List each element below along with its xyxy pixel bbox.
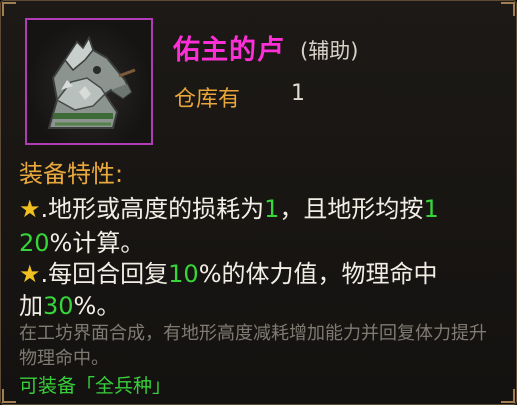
effect-text: %计算。 [49,229,145,257]
effect-1-line-2: 20%计算。 [19,223,144,258]
effect-2-line-2: 加30%。 [19,286,120,321]
corner-ornament [501,389,515,403]
attributes-title: 装备特性: [19,160,124,188]
corner-ornament [2,389,16,403]
effect-value: 10 [168,260,199,288]
item-icon-frame [25,18,153,145]
effect-value: 30 [43,292,74,320]
effect-text: %的体力值，物理命中 [198,260,438,288]
effect-text: %。 [73,292,121,320]
effect-value: 20 [19,229,50,257]
effect-text: .每回合回复 [40,260,169,288]
effect-text: 加 [19,292,43,320]
stock-label: 仓库有 [174,87,241,112]
armored-warhorse-icon [47,35,136,129]
effect-text: .地形或高度的损耗为 [40,195,265,223]
star-icon: ★ [19,195,41,223]
corner-ornament [501,2,515,16]
effect-1-line-1: ★.地形或高度的损耗为1，且地形均按1 [19,189,439,224]
effect-2-line-1: ★.每回合回复10%的体力值，物理命中 [19,254,438,289]
corner-ornament [2,2,16,16]
item-type: (辅助) [300,39,359,63]
item-tooltip-panel: 佑主的卢 (辅助) 仓库有 1 装备特性: ★.地形或高度的损耗为1，且地形均按… [0,0,517,405]
item-description: 在工坊界面合成，有地形高度减耗增加能力并回复体力提升物理命中。 [19,323,487,369]
stock-count: 1 [291,81,305,106]
equip-restriction: 可装备「全兵种」 [19,375,172,397]
effect-text: ，且地形均按 [279,195,424,223]
effect-value: 1 [264,195,280,223]
item-name: 佑主的卢 [173,35,285,66]
star-icon: ★ [19,260,41,288]
effect-value: 1 [423,195,439,223]
